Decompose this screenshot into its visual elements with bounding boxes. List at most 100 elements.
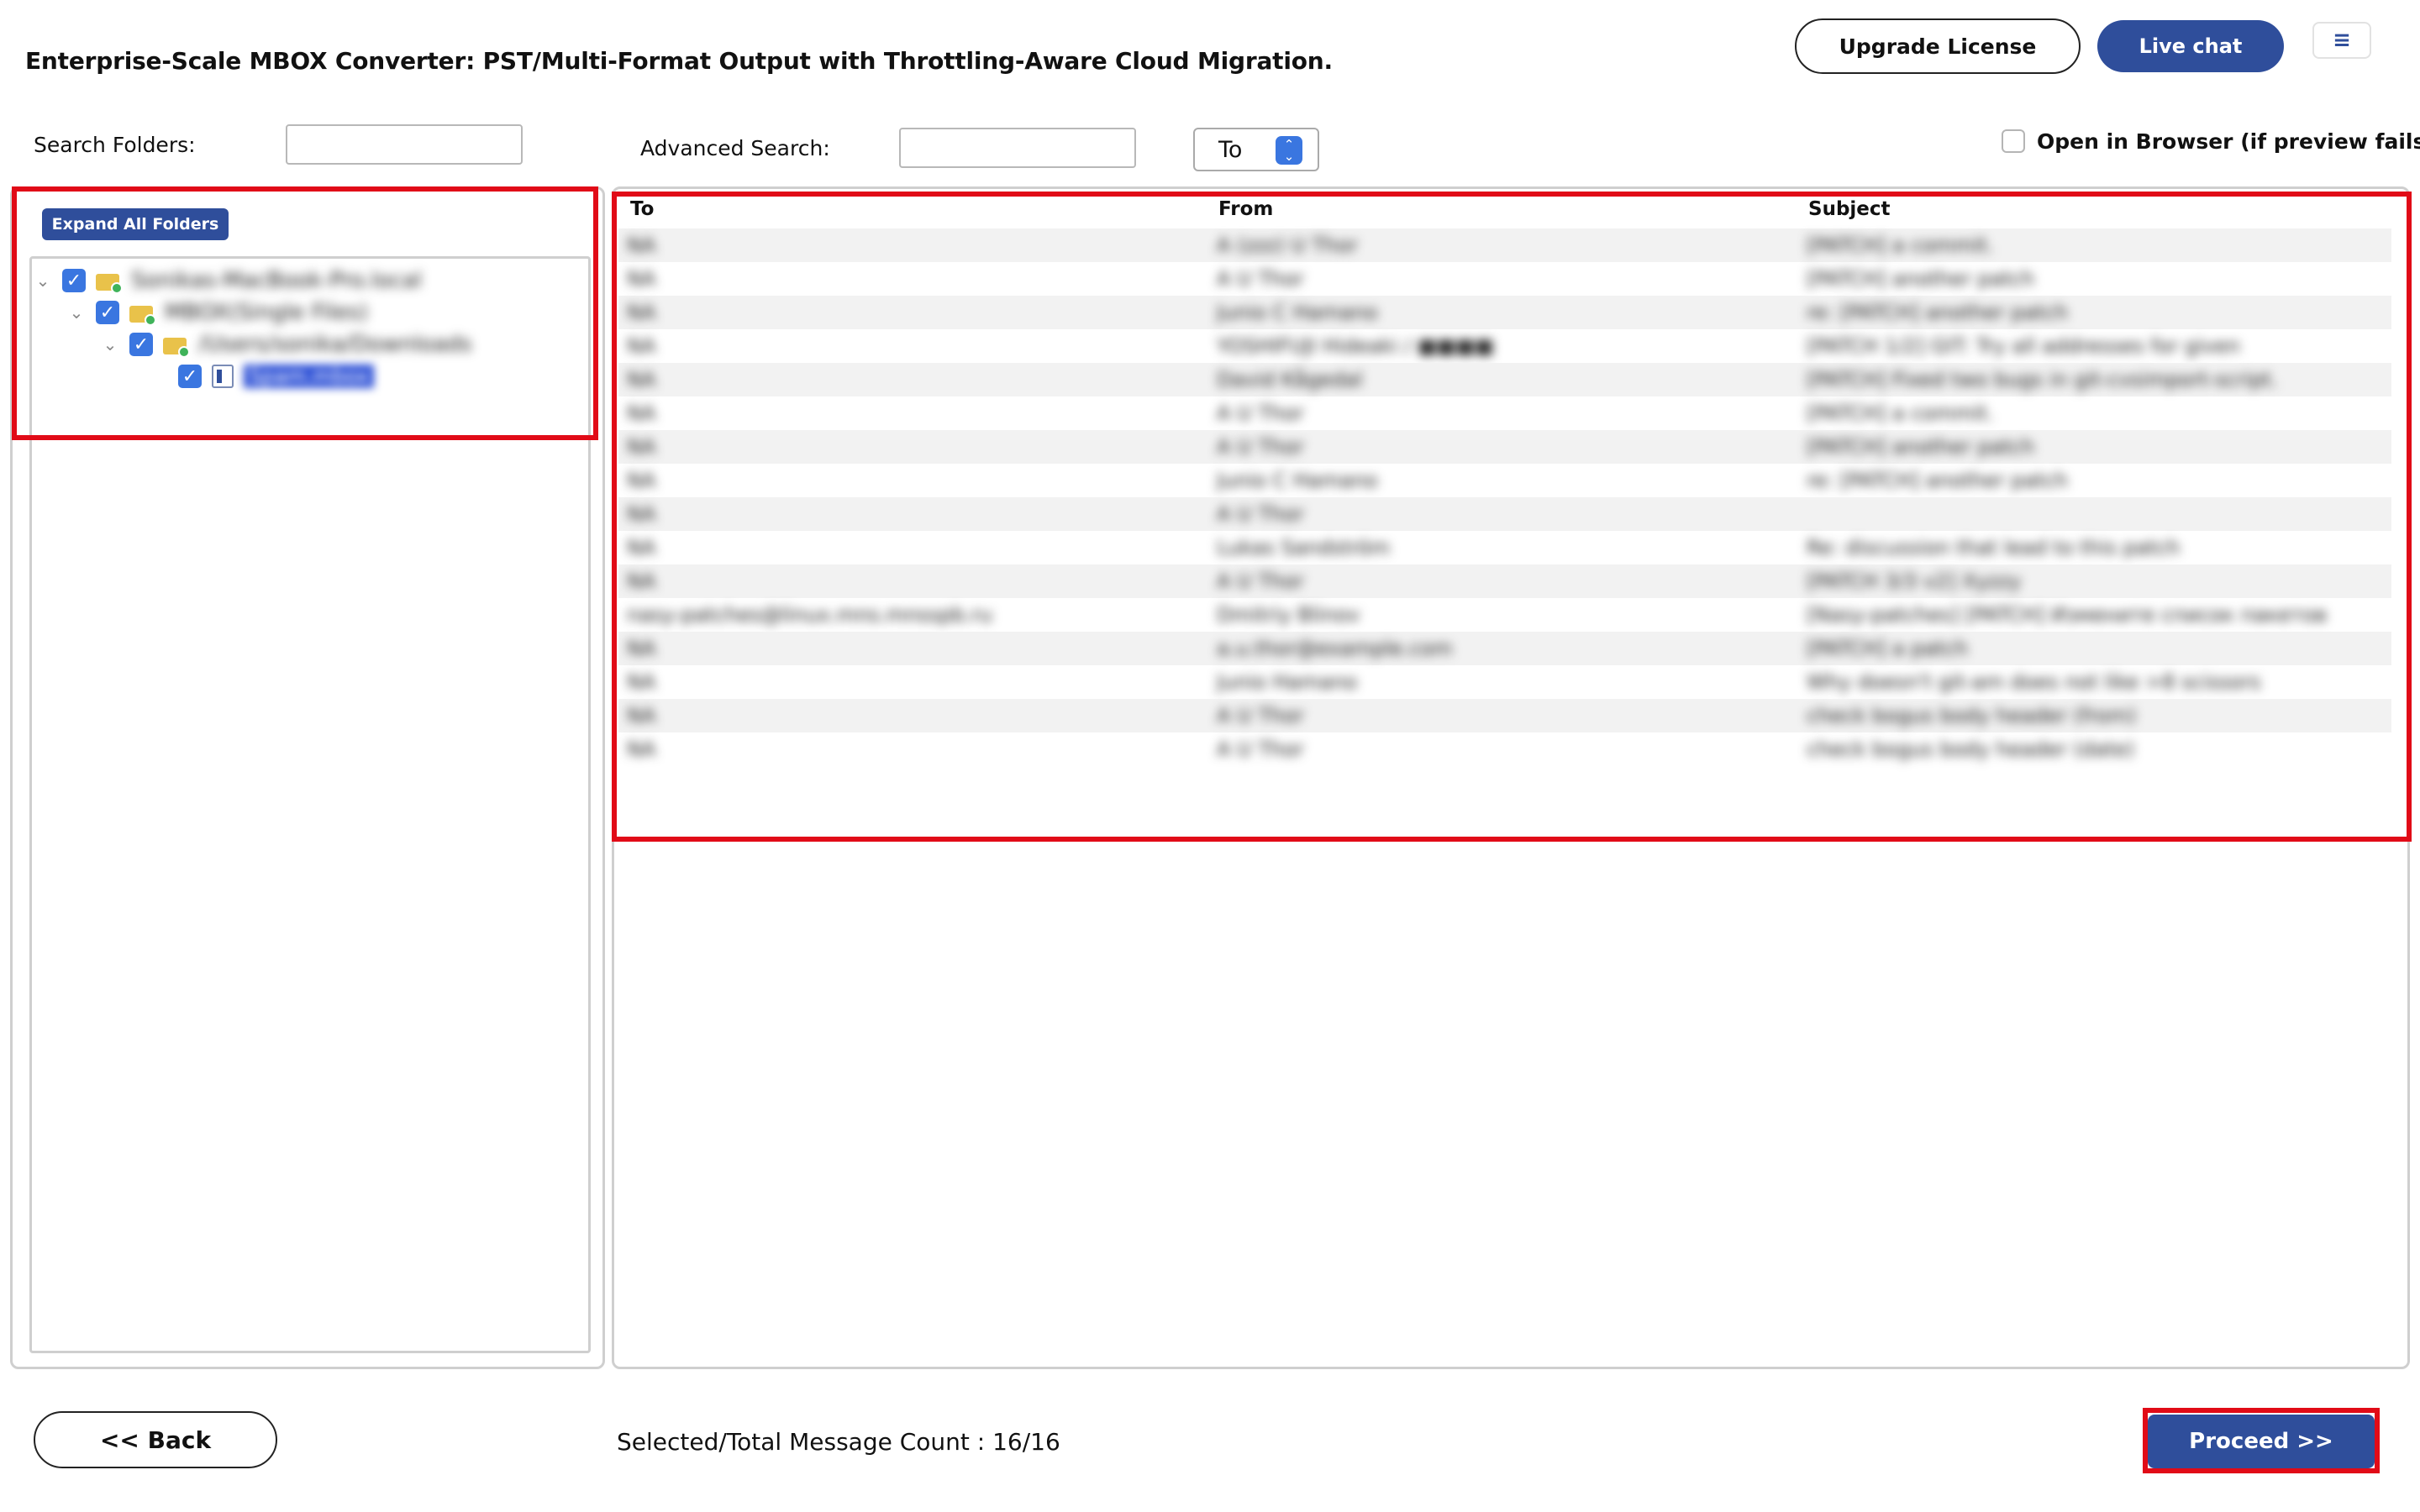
cell-from: A U Thor [1217,402,1304,425]
column-header-from[interactable]: From [1218,198,1273,220]
cell-subject: [PATCH] another patch [1807,267,2035,291]
search-field-select[interactable]: To ⌃ ⌄ [1193,128,1319,171]
table-row[interactable]: NA A U Thor check bogus body header (from) [618,699,2391,732]
search-folders-label: Search Folders: [34,133,196,157]
cell-subject: check bogus body header (date) [1807,738,2135,761]
cell-from: A U Thor [1217,704,1304,727]
cell-from: Junio Hamano [1217,670,1358,694]
cell-to: NA [627,570,656,593]
cell-to: nasy-patches@linux.mns.mnsspb.ru [627,603,992,627]
cell-subject: [PATCH 3/3 v2] Xyzzy [1807,570,2022,593]
search-field-value: To [1218,136,1243,163]
column-header-subject[interactable]: Subject [1808,198,1891,220]
checkbox-checked-icon[interactable]: ✓ [178,365,202,388]
cell-from: A U Thor [1217,570,1304,593]
table-row[interactable]: NA Lukas Sandström Re: discussion that lea… [618,531,2391,564]
page-title: Enterprise-Scale MBOX Converter: PST/Mul… [25,47,1333,75]
hamburger-menu-icon[interactable]: ≡ [2312,22,2371,59]
cell-to: NA [627,234,656,257]
checkbox-checked-icon[interactable]: ✓ [96,301,119,324]
cell-from: A (zzz) U Thor [1217,234,1358,257]
cell-to: NA [627,301,656,324]
cell-from: Junio C Hamano [1217,301,1378,324]
checkbox-checked-icon[interactable]: ✓ [129,333,153,356]
cell-to: NA [627,267,656,291]
back-button[interactable]: << Back [34,1411,277,1468]
cell-from: David Kågedal [1217,368,1363,391]
cell-subject: [PATCH 1/2] GIT: Try all addresses for g… [1807,334,2240,358]
mbox-file-icon [212,365,234,388]
cell-subject: [Nasy-patches] [PATCH] Измените список п… [1807,603,2328,627]
expand-all-folders-button[interactable]: Expand All Folders [42,208,229,240]
cell-subject: Why doesn't git-am does not like >8 scis… [1807,670,2261,694]
cell-subject: [PATCH] a patch [1807,637,1968,660]
table-row[interactable]: NA Junio C Hamano re: [PATCH] another patc… [618,464,2391,497]
cell-from: YOSHIFUJI Hideaki / ■■■■ [1217,334,1494,358]
cell-to: NA [627,637,656,660]
tree-node-label: Spam.mbox [244,365,374,388]
cell-from: Junio C Hamano [1217,469,1378,492]
tree-node-root[interactable]: ⌄ ✓ Sonikas-MacBook-Pro.local [34,265,422,296]
open-in-browser-label: Open in Browser (if preview fails) [2037,129,2420,154]
table-row[interactable]: NA A U Thor [PATCH] another patch [618,430,2391,464]
chevron-down-icon[interactable]: ⌄ [34,270,52,291]
cell-to: NA [627,334,656,358]
tree-node-label: MBOX(Single Files) [165,300,368,325]
live-chat-button[interactable]: Live chat [2097,20,2284,72]
cell-subject: re: [PATCH] another patch [1807,469,2068,492]
folder-icon [163,333,190,358]
checkbox-checked-icon[interactable]: ✓ [62,269,86,292]
cell-subject: [PATCH] another patch [1807,435,2035,459]
tree-node-downloads[interactable]: ⌄ ✓ /Users/sonika/Downloads [101,329,472,360]
column-header-to[interactable]: To [630,198,654,220]
tree-node-mbox-group[interactable]: ⌄ ✓ MBOX(Single Files) [67,297,368,328]
search-folders-input[interactable] [286,124,523,165]
cell-to: NA [627,469,656,492]
table-row[interactable]: NA A U Thor [PATCH] another patch [618,262,2391,296]
table-row[interactable]: NA David Kågedal [PATCH] Fixed two bugs in… [618,363,2391,396]
cell-to: NA [627,704,656,727]
open-in-browser-checkbox[interactable] [2002,129,2025,153]
proceed-button[interactable]: Proceed >> [2148,1415,2375,1468]
folder-icon [129,302,156,326]
cell-subject: [PATCH] Fixed two bugs in git-cvsimport-… [1807,368,2278,391]
cell-subject: [PATCH] a commit. [1807,234,1994,257]
cell-from: A U Thor [1217,435,1304,459]
table-row[interactable]: NA Junio C Hamano re: [PATCH] another patc… [618,296,2391,329]
advanced-search-label: Advanced Search: [640,136,830,160]
upgrade-license-button[interactable]: Upgrade License [1795,18,2081,74]
cell-from: A U Thor [1217,267,1304,291]
cell-to: NA [627,368,656,391]
cell-subject: check bogus body header (from) [1807,704,2137,727]
folder-icon [96,270,123,294]
folder-tree-container [29,256,591,1353]
cell-to: NA [627,536,656,559]
table-row[interactable]: NA a.u.thor@example.com [PATCH] a patch [618,632,2391,665]
chevron-down-icon[interactable]: ⌄ [67,302,86,323]
cell-to: NA [627,502,656,526]
cell-from: A U Thor [1217,502,1304,526]
table-row[interactable]: NA A (zzz) U Thor [PATCH] a commit. [618,228,2391,262]
cell-from: Lukas Sandström [1217,536,1391,559]
cell-to: NA [627,738,656,761]
advanced-search-input[interactable] [899,128,1136,168]
table-row[interactable]: NA A U Thor [618,497,2391,531]
cell-from: a.u.thor@example.com [1217,637,1453,660]
tree-node-label: /Users/sonika/Downloads [198,332,472,357]
cell-subject: Re: discussion that lead to this patch [1807,536,2181,559]
cell-to: NA [627,435,656,459]
table-row[interactable]: nasy-patches@linux.mns.mnsspb.ru Dmitriy … [618,598,2391,632]
chevron-down-icon[interactable]: ⌄ [101,334,119,354]
tree-node-mbox-file[interactable]: ✓ Spam.mbox [178,361,374,391]
table-row[interactable]: NA A U Thor check bogus body header (date) [618,732,2391,766]
cell-to: NA [627,670,656,694]
cell-from: Dmitriy Blinov [1217,603,1360,627]
cell-subject: re: [PATCH] another patch [1807,301,2068,324]
table-row[interactable]: NA A U Thor [PATCH 3/3 v2] Xyzzy [618,564,2391,598]
cell-to: NA [627,402,656,425]
cell-from: A U Thor [1217,738,1304,761]
message-count: Selected/Total Message Count : 16/16 [617,1428,1060,1456]
table-row[interactable]: NA A U Thor [PATCH] a commit. [618,396,2391,430]
table-row[interactable]: NA YOSHIFUJI Hideaki / ■■■■ [PATCH 1/2] GI… [618,329,2391,363]
table-row[interactable]: NA Junio Hamano Why doesn't git-am does no… [618,665,2391,699]
